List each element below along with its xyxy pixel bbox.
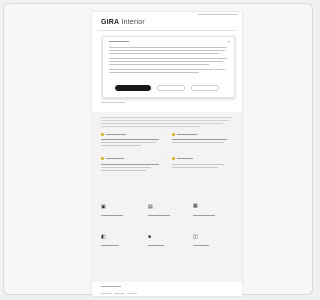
- settings-button[interactable]: [191, 85, 219, 91]
- footer-heading: [101, 286, 121, 287]
- consent-text-line: [109, 64, 209, 65]
- decline-button[interactable]: [157, 85, 185, 91]
- consent-text-line: [109, 53, 219, 54]
- card-icon: ◧: [101, 234, 106, 240]
- card-label: [148, 245, 164, 246]
- close-icon[interactable]: ×: [228, 39, 230, 44]
- consent-text-line: [109, 58, 227, 59]
- content-area: [92, 112, 242, 282]
- feature-title: [106, 134, 126, 135]
- card-icon: ▣: [101, 204, 106, 210]
- card-icon: ▦: [193, 203, 198, 209]
- feature-text: [172, 167, 218, 168]
- top-utility-bar: [198, 14, 238, 15]
- text-line: [101, 117, 231, 118]
- brand-logo-light: Interior: [121, 19, 145, 26]
- feature-text: [101, 164, 159, 165]
- consent-text-line: [109, 50, 225, 51]
- feature-bullet-icon: [101, 157, 104, 160]
- text-line: [101, 120, 229, 121]
- screenshot-frame: GIRA Interior × ▣ ▤ ▦ ◧ ■ ◫: [3, 3, 313, 296]
- feature-text: [101, 142, 156, 143]
- card-icon: ■: [148, 234, 152, 240]
- footer-link[interactable]: [101, 293, 111, 294]
- feature-bullet-icon: [101, 133, 104, 136]
- consent-text-line: [109, 47, 227, 48]
- section-heading: [101, 102, 125, 103]
- feature-text: [172, 139, 227, 140]
- consent-text-line: [109, 69, 225, 70]
- card-label: [193, 245, 209, 246]
- card-label: [148, 215, 170, 216]
- feature-text: [101, 145, 141, 146]
- feature-bullet-icon: [172, 157, 175, 160]
- card-label: [101, 245, 119, 246]
- consent-text-line: [109, 61, 223, 62]
- brand-logo-bold: GIRA: [101, 19, 120, 26]
- header-divider: [98, 30, 236, 31]
- feature-text: [172, 142, 224, 143]
- feature-text: [101, 170, 146, 171]
- consent-title-line: [109, 41, 129, 42]
- accept-all-button[interactable]: [115, 85, 151, 91]
- feature-title: [177, 134, 197, 135]
- text-line: [101, 123, 223, 124]
- card-label: [101, 215, 123, 216]
- feature-bullet-icon: [172, 133, 175, 136]
- footer-link[interactable]: [114, 293, 124, 294]
- consent-text-line: [109, 72, 199, 73]
- feature-text: [101, 167, 151, 168]
- web-page: GIRA Interior × ▣ ▤ ▦ ◧ ■ ◫: [92, 12, 242, 296]
- text-line: [101, 126, 201, 127]
- card-label: [193, 215, 215, 216]
- feature-text: [172, 164, 224, 165]
- card-icon: ▤: [148, 204, 153, 210]
- feature-title: [106, 158, 124, 159]
- card-icon: ◫: [193, 234, 198, 240]
- footer-link[interactable]: [127, 293, 137, 294]
- feature-title: [177, 158, 193, 159]
- brand-logo[interactable]: GIRA Interior: [101, 19, 145, 26]
- cookie-consent-dialog: ×: [102, 36, 235, 98]
- feature-text: [101, 139, 159, 140]
